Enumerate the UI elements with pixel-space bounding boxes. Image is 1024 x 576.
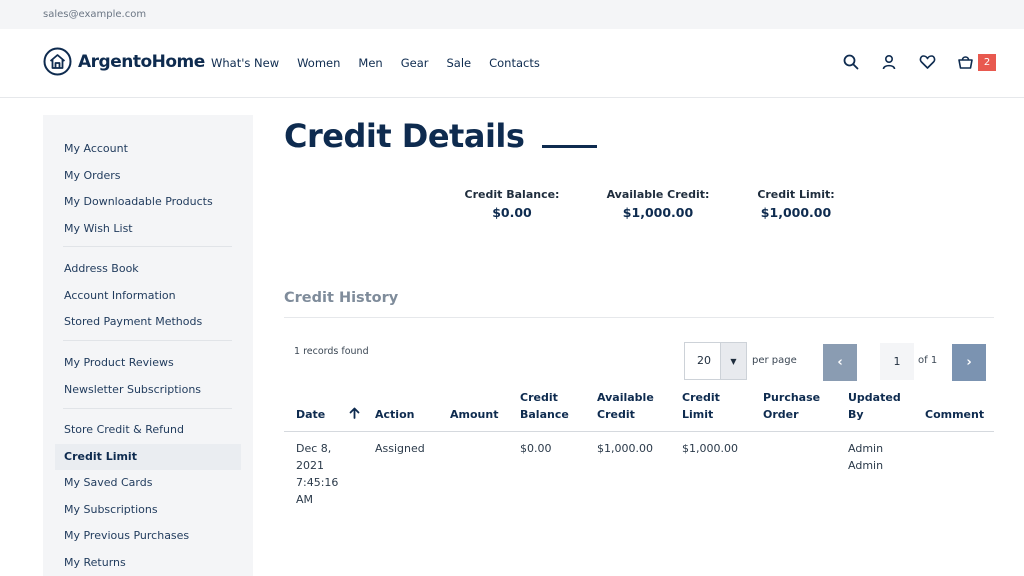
summary-value: $1,000.00 — [622, 205, 694, 220]
records-found: 1 records found — [294, 346, 369, 357]
header-line: Limit — [682, 408, 714, 421]
main-nav: What's New Women Men Gear Sale Contacts — [211, 56, 558, 70]
house-logo-icon — [43, 47, 72, 76]
sidebar-item-downloadable-products[interactable]: My Downloadable Products — [55, 189, 241, 216]
column-header-date[interactable]: Date — [296, 406, 325, 423]
header-line: By — [848, 408, 864, 421]
column-header-amount[interactable]: Amount — [450, 406, 498, 423]
site-header: ArgentoHome What's New Women Men Gear Sa… — [0, 29, 1024, 98]
per-page-label: per page — [752, 355, 797, 366]
column-header-credit-limit[interactable]: Credit Limit — [682, 389, 720, 423]
chevron-down-icon[interactable]: ▼ — [720, 343, 746, 379]
chevron-right-icon: › — [966, 355, 972, 370]
header-line: Credit — [682, 391, 720, 404]
cell-available-credit: $1,000.00 — [597, 442, 653, 455]
top-bar: sales@example.com — [0, 0, 1024, 29]
sidebar-divider — [63, 408, 232, 409]
section-divider — [284, 317, 994, 318]
sidebar-item-returns[interactable]: My Returns — [55, 550, 241, 576]
page-total-label: of 1 — [918, 355, 938, 366]
header-line: Credit — [520, 391, 558, 404]
sidebar-item-wish-list[interactable]: My Wish List — [55, 216, 241, 243]
account-sidebar: My Account My Orders My Downloadable Pro… — [43, 115, 253, 576]
sidebar-item-previous-purchases[interactable]: My Previous Purchases — [55, 523, 241, 550]
cell-credit-limit: $1,000.00 — [682, 442, 738, 455]
updated-by-line: Admin — [848, 459, 884, 472]
header-line: Available — [597, 391, 654, 404]
column-header-purchase-order[interactable]: Purchase Order — [763, 389, 820, 423]
sidebar-item-address-book[interactable]: Address Book — [55, 256, 241, 283]
page-title: Credit Details — [284, 117, 525, 155]
sidebar-group-addresses: Address Book Account Information Stored … — [55, 256, 241, 336]
column-header-updated-by[interactable]: Updated By — [848, 389, 901, 423]
brand-name: ArgentoHome — [78, 51, 205, 72]
cart-icon[interactable] — [956, 53, 974, 71]
sidebar-item-subscriptions[interactable]: My Subscriptions — [55, 497, 241, 524]
cell-updated-by: Admin Admin — [848, 440, 883, 474]
cell-date: Dec 8, 2021 7:45:16 AM — [296, 440, 338, 508]
summary-label: Credit Balance: — [464, 188, 560, 201]
sidebar-item-stored-payment-methods[interactable]: Stored Payment Methods — [55, 309, 241, 336]
sidebar-item-credit-limit[interactable]: Credit Limit — [55, 443, 241, 470]
heart-icon[interactable] — [918, 53, 936, 71]
per-page-value: 20 — [697, 354, 711, 367]
nav-women[interactable]: Women — [297, 56, 340, 70]
sidebar-item-account-information[interactable]: Account Information — [55, 283, 241, 310]
column-header-credit-balance[interactable]: Credit Balance — [520, 389, 569, 423]
next-page-button[interactable]: › — [952, 344, 986, 381]
nav-sale[interactable]: Sale — [446, 56, 471, 70]
sort-ascending-icon[interactable] — [349, 407, 360, 419]
sidebar-group-reviews: My Product Reviews Newsletter Subscripti… — [55, 350, 241, 403]
sidebar-group-credit: Store Credit & Refund Credit Limit My Sa… — [55, 417, 241, 576]
date-line: AM — [296, 493, 314, 506]
nav-whats-new[interactable]: What's New — [211, 56, 279, 70]
sidebar-item-saved-cards[interactable]: My Saved Cards — [55, 470, 241, 497]
sidebar-group-account: My Account My Orders My Downloadable Pro… — [55, 136, 241, 242]
sidebar-item-store-credit-refund[interactable]: Store Credit & Refund — [55, 417, 241, 444]
header-line: Order — [763, 408, 799, 421]
contact-email[interactable]: sales@example.com — [43, 9, 146, 20]
header-line: Purchase — [763, 391, 821, 404]
summary-value: $1,000.00 — [760, 205, 832, 220]
sidebar-item-my-orders[interactable]: My Orders — [55, 163, 241, 190]
sidebar-item-my-account[interactable]: My Account — [55, 136, 241, 163]
sidebar-item-product-reviews[interactable]: My Product Reviews — [55, 350, 241, 377]
table-header-divider — [284, 431, 994, 432]
nav-gear[interactable]: Gear — [401, 56, 429, 70]
search-icon[interactable] — [842, 53, 860, 71]
summary-available-credit: Available Credit: $1,000.00 — [602, 188, 714, 220]
cell-credit-balance: $0.00 — [520, 442, 552, 455]
header-line: Updated — [848, 391, 901, 404]
column-header-comment[interactable]: Comment — [925, 406, 984, 423]
date-line: 2021 — [296, 459, 324, 472]
column-header-action[interactable]: Action — [375, 406, 414, 423]
sidebar-divider — [63, 246, 232, 247]
credit-history-title: Credit History — [284, 290, 399, 306]
previous-page-button[interactable]: ‹ — [823, 344, 857, 381]
nav-contacts[interactable]: Contacts — [489, 56, 540, 70]
title-underline — [542, 145, 597, 148]
chevron-left-icon: ‹ — [837, 355, 843, 370]
summary-label: Credit Limit: — [757, 188, 835, 201]
updated-by-line: Admin — [848, 442, 884, 455]
cell-action: Assigned — [375, 442, 425, 455]
cart-count-badge[interactable]: 2 — [978, 53, 996, 71]
sidebar-divider — [63, 340, 232, 341]
date-line: Dec 8, — [296, 442, 332, 455]
date-line: 7:45:16 — [296, 476, 339, 489]
header-line: Balance — [520, 408, 569, 421]
nav-men[interactable]: Men — [358, 56, 382, 70]
per-page-select[interactable]: 20 ▼ — [684, 342, 747, 380]
page-number-input[interactable]: 1 — [880, 343, 914, 380]
summary-label: Available Credit: — [606, 188, 710, 201]
summary-credit-limit: Credit Limit: $1,000.00 — [750, 188, 842, 220]
user-icon[interactable] — [880, 53, 898, 71]
summary-value: $0.00 — [492, 205, 532, 220]
logo[interactable]: ArgentoHome — [43, 47, 205, 76]
header-line: Credit — [597, 408, 635, 421]
sidebar-item-newsletter-subscriptions[interactable]: Newsletter Subscriptions — [55, 377, 241, 404]
header-actions: 2 — [842, 53, 996, 71]
column-header-available-credit[interactable]: Available Credit — [597, 389, 654, 423]
summary-credit-balance: Credit Balance: $0.00 — [462, 188, 562, 220]
